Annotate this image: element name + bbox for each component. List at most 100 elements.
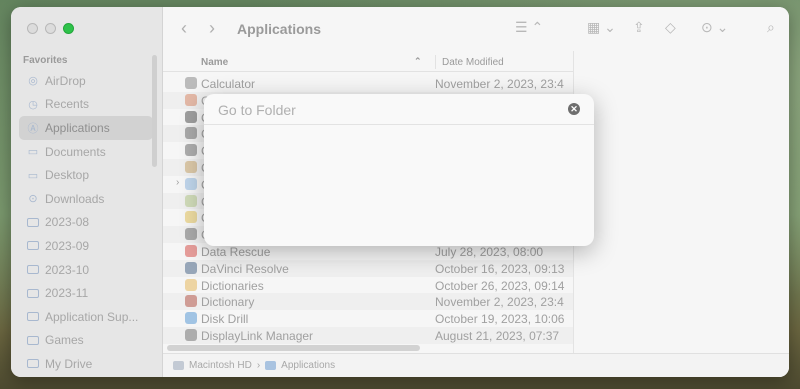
app-icon — [185, 177, 197, 190]
desktop-icon: ▭ — [27, 169, 39, 182]
download-icon: ⊙ — [28, 193, 38, 206]
folder-icon — [27, 312, 39, 322]
clock-icon: ◷ — [28, 98, 38, 111]
path-separator: › — [256, 360, 261, 371]
table-row[interactable]: Dictionaries October 26, 2023, 09:14 — [163, 277, 573, 294]
sidebar-item-label: My Drive — [45, 356, 93, 371]
path-folder[interactable]: Applications — [281, 360, 335, 371]
app-icon — [185, 127, 197, 140]
column-date-header[interactable]: Date Modified — [435, 55, 504, 69]
file-name: Data Rescue — [201, 244, 271, 259]
app-icon — [185, 77, 197, 89]
file-date-modified: October 26, 2023, 09:14 — [435, 278, 565, 293]
window-controls — [27, 23, 74, 34]
path-drive[interactable]: Macintosh HD — [189, 360, 252, 371]
file-date-modified: October 19, 2023, 10:06 — [435, 312, 565, 327]
app-icon — [185, 244, 197, 257]
search-icon[interactable]: ⌕ — [767, 19, 775, 36]
drive-icon — [173, 361, 184, 370]
group-icon[interactable]: ▦ ⌄ — [587, 19, 616, 36]
sidebar-item-label: 2023-08 — [45, 215, 90, 230]
document-icon: ▭ — [27, 146, 39, 159]
more-actions-icon[interactable]: ⊙ ⌄ — [701, 19, 728, 36]
horizontal-scrollbar[interactable] — [167, 345, 420, 351]
sidebar-item-label: 2023-11 — [45, 286, 89, 301]
share-icon[interactable]: ⇪ — [633, 19, 645, 36]
forward-button[interactable]: › — [209, 18, 215, 39]
folder-icon — [27, 241, 39, 251]
sidebar-item-label: 2023-09 — [45, 238, 90, 253]
sidebar-item-documents[interactable]: ▭ Documents — [19, 140, 153, 164]
sidebar-item-application-sup[interactable]: Application Sup... — [19, 305, 153, 329]
sidebar-heading-favorites: Favorites — [23, 55, 68, 66]
sidebar-item-games[interactable]: Games — [19, 329, 153, 353]
file-name: Dictionary — [201, 295, 255, 310]
folder-icon — [27, 335, 39, 345]
sidebar-item-2023-10[interactable]: 2023-10 — [19, 258, 153, 282]
folder-icon — [27, 217, 39, 227]
app-icon — [185, 194, 197, 207]
go-to-folder-input[interactable] — [204, 94, 594, 124]
app-icon — [185, 261, 197, 274]
app-icon — [185, 110, 197, 123]
app-icon — [185, 93, 197, 106]
sidebar-item-label: Documents — [45, 144, 106, 159]
sidebar-item-2023-11[interactable]: 2023-11 — [19, 281, 153, 305]
sidebar-item-applications[interactable]: Ⓐ Applications — [19, 116, 153, 140]
sidebar-item-recents[interactable]: ◷ Recents — [19, 93, 153, 117]
table-row[interactable]: DaVinci Resolve October 16, 2023, 09:13 — [163, 259, 573, 277]
sidebar-item-label: Downloads — [45, 191, 105, 206]
file-name: DisplayLink Manager — [201, 328, 314, 343]
app-icon — [185, 144, 197, 157]
sidebar-item-label: Games — [45, 333, 84, 348]
sidebar-item-label: Applications — [45, 120, 110, 135]
list-view-icon[interactable]: ☰ ⌃ — [515, 19, 543, 36]
go-to-folder-dialog: ✕ — [204, 94, 594, 246]
airdrop-icon: ◎ — [28, 75, 38, 88]
minimize-window-button[interactable] — [45, 23, 56, 34]
sidebar-item-downloads[interactable]: ⊙ Downloads — [19, 187, 153, 211]
path-bar: Macintosh HD › Applications — [163, 353, 789, 377]
folder-icon — [27, 359, 39, 369]
app-icon — [185, 328, 197, 341]
sort-ascending-icon: ⌃ — [414, 56, 422, 66]
sidebar-item-label: Desktop — [45, 168, 90, 183]
file-name: Disk Drill — [201, 312, 249, 327]
file-date-modified: October 16, 2023, 09:13 — [435, 261, 565, 276]
sidebar-item-label: Recents — [45, 97, 90, 112]
tag-icon[interactable]: ◇ — [665, 19, 676, 36]
file-date-modified: August 21, 2023, 07:37 — [435, 328, 560, 343]
dialog-divider — [204, 124, 594, 125]
app-icon — [185, 228, 197, 241]
file-date-modified: November 2, 2023, 23:4 — [435, 77, 564, 91]
sidebar-item-airdrop[interactable]: ◎ AirDrop — [19, 69, 153, 93]
applications-icon: Ⓐ — [27, 122, 39, 135]
window-title: Applications — [237, 21, 322, 37]
table-row[interactable]: Dictionary November 2, 2023, 23:4 — [163, 293, 573, 311]
toolbar: ‹ › Applications ☰ ⌃ ▦ ⌄ ⇪ ◇ ⊙ ⌄ ⌕ — [163, 7, 789, 51]
sidebar: Favorites ◎ AirDrop ◷ Recents Ⓐ Applications ▭… — [11, 7, 163, 377]
back-button[interactable]: ‹ — [181, 18, 187, 39]
file-name: Calculator — [201, 77, 256, 91]
file-name: Dictionaries — [201, 278, 264, 293]
table-row[interactable]: DisplayLink Manager August 21, 2023, 07:3… — [163, 326, 573, 344]
table-row[interactable]: Calculator November 2, 2023, 23:4 — [163, 75, 573, 92]
sidebar-item-2023-08[interactable]: 2023-08 — [19, 211, 153, 235]
sidebar-list: ◎ AirDrop ◷ Recents Ⓐ Applications ▭ Documents ▭… — [19, 69, 153, 376]
sidebar-scrollbar[interactable] — [152, 55, 157, 167]
zoom-window-button[interactable] — [63, 23, 74, 34]
file-name: DaVinci Resolve — [201, 261, 289, 276]
close-icon[interactable]: ✕ — [568, 103, 580, 115]
close-window-button[interactable] — [27, 23, 38, 34]
table-row[interactable]: Disk Drill October 19, 2023, 10:06 — [163, 310, 573, 327]
sidebar-item-my-drive[interactable]: My Drive — [19, 352, 153, 376]
sidebar-item-desktop[interactable]: ▭ Desktop — [19, 163, 153, 187]
column-header: Name ⌃ Date Modified — [163, 52, 573, 72]
column-name-header[interactable]: Name — [201, 57, 228, 68]
sidebar-item-label: AirDrop — [45, 73, 86, 88]
disclosure-triangle-icon[interactable]: › — [176, 177, 179, 188]
app-icon — [185, 278, 197, 291]
folder-icon — [265, 361, 277, 370]
sidebar-item-2023-09[interactable]: 2023-09 — [19, 234, 153, 258]
file-date-modified: November 2, 2023, 23:4 — [435, 295, 564, 310]
